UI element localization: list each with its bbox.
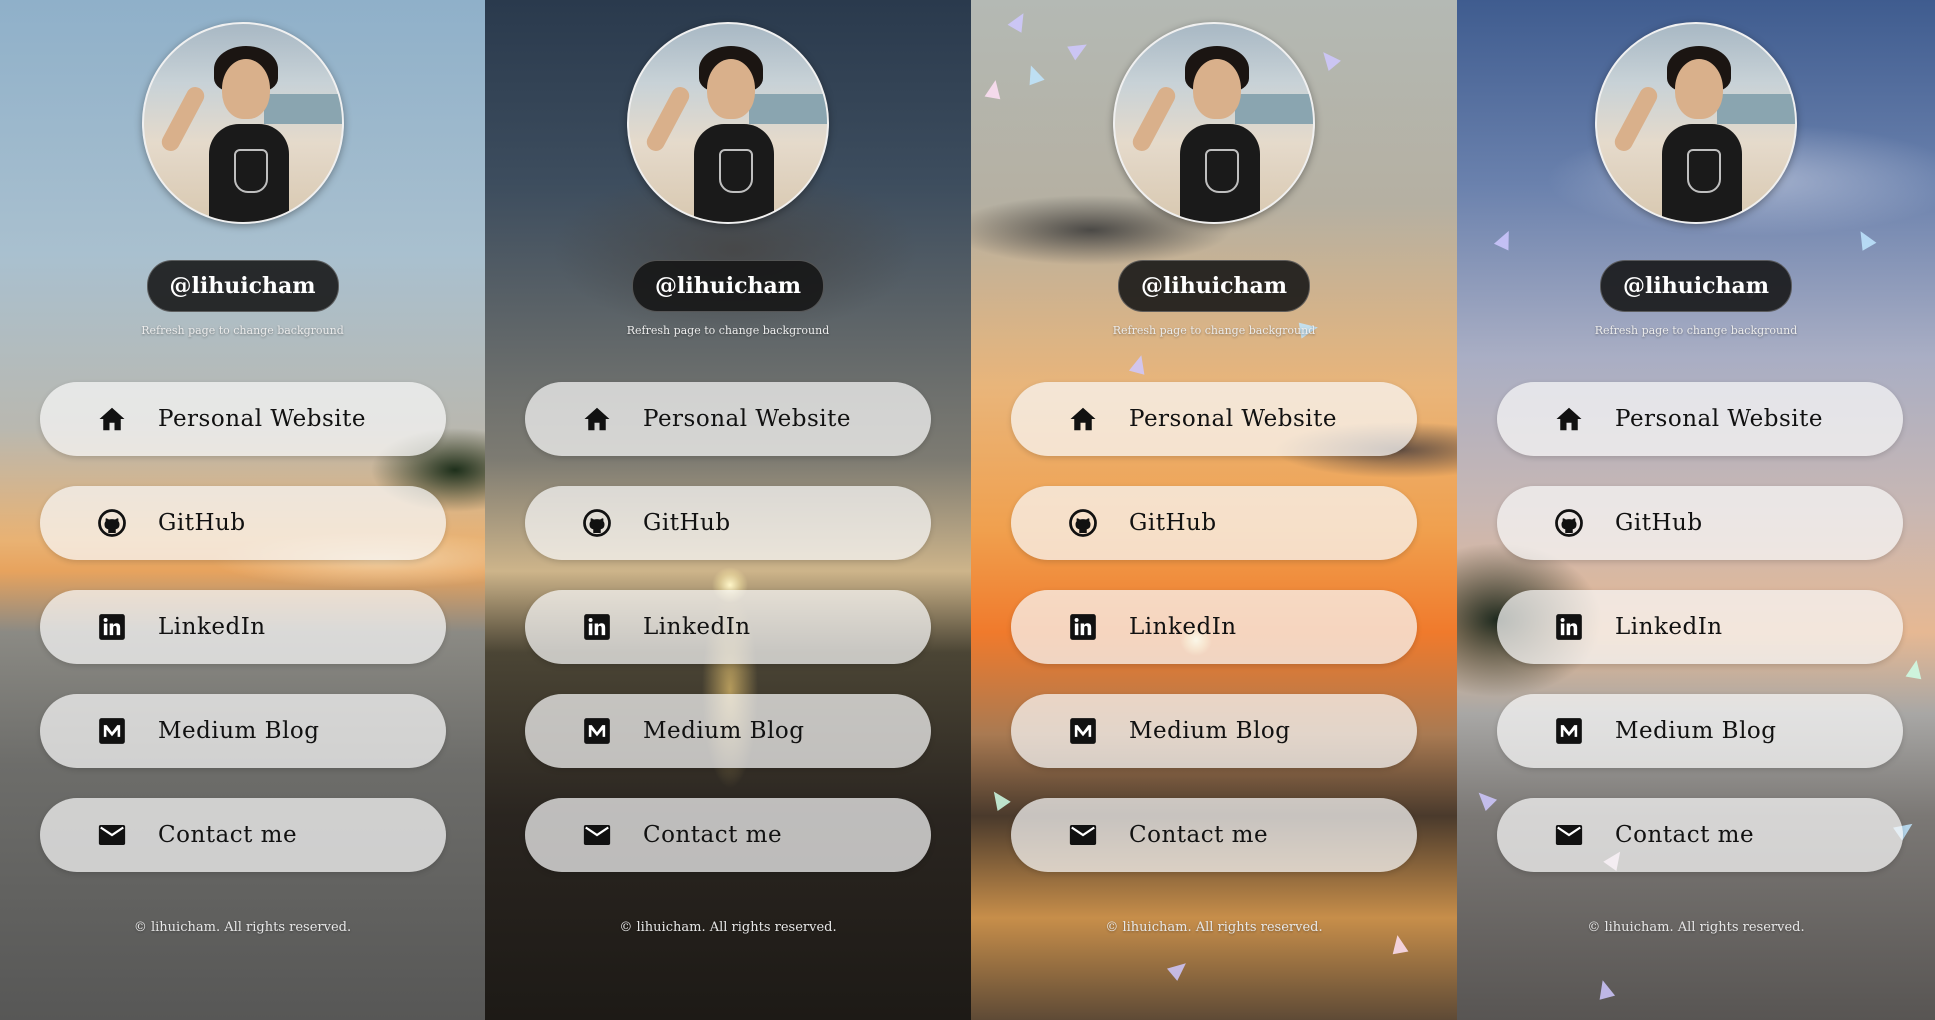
refresh-hint: Refresh page to change background <box>1594 324 1798 337</box>
github-icon <box>1067 507 1099 539</box>
link-label: GitHub <box>643 510 731 536</box>
link-list: Personal Website GitHub LinkedIn Medium … <box>525 382 931 902</box>
mail-icon <box>581 819 613 851</box>
avatar <box>1113 22 1315 224</box>
link-list: Personal Website GitHub LinkedIn Medium … <box>1011 382 1417 902</box>
profile-page-variant-4: @lihuicham Refresh page to change backgr… <box>1457 0 1935 1020</box>
confetti-shard <box>1594 978 1616 1000</box>
avatar <box>627 22 829 224</box>
refresh-hint: Refresh page to change background <box>1112 324 1316 337</box>
mail-icon <box>1067 819 1099 851</box>
username-badge: @lihuicham <box>1118 260 1310 312</box>
contact-me-button[interactable]: Contact me <box>525 798 931 872</box>
link-label: Personal Website <box>158 406 367 432</box>
username-badge: @lihuicham <box>632 260 824 312</box>
link-label: LinkedIn <box>643 614 751 640</box>
personal-website-button[interactable]: Personal Website <box>525 382 931 456</box>
username-badge: @lihuicham <box>146 260 339 312</box>
linkedin-icon <box>96 611 128 643</box>
mail-icon <box>1553 819 1585 851</box>
github-button[interactable]: GitHub <box>1497 486 1903 560</box>
confetti-shard <box>987 787 1011 811</box>
link-label: GitHub <box>1615 510 1703 536</box>
linkedin-button[interactable]: LinkedIn <box>525 590 931 664</box>
profile-page-variant-1: @lihuicham Refresh page to change backgr… <box>0 0 485 1020</box>
link-label: Medium Blog <box>158 718 320 744</box>
profile-page-variant-3: @lihuicham Refresh page to change backgr… <box>971 0 1457 1020</box>
copyright-footer: © lihuicham. All rights reserved. <box>133 920 352 935</box>
link-label: LinkedIn <box>1129 614 1237 640</box>
link-label: Contact me <box>1615 822 1755 848</box>
copyright-footer: © lihuicham. All rights reserved. <box>1105 920 1323 935</box>
username-badge: @lihuicham <box>1600 260 1792 312</box>
refresh-hint: Refresh page to change background <box>626 324 830 337</box>
personal-website-button[interactable]: Personal Website <box>40 382 446 456</box>
confetti-shard <box>984 78 1004 100</box>
medium-icon <box>581 715 613 747</box>
contact-me-button[interactable]: Contact me <box>40 798 446 872</box>
home-icon <box>1067 403 1099 435</box>
confetti-shard <box>1472 786 1498 812</box>
home-icon <box>96 403 128 435</box>
link-label: GitHub <box>158 510 246 536</box>
copyright-footer: © lihuicham. All rights reserved. <box>619 920 837 935</box>
link-label: Medium Blog <box>643 718 805 744</box>
link-label: Contact me <box>643 822 783 848</box>
link-label: Contact me <box>1129 822 1269 848</box>
confetti-shard <box>1905 658 1925 680</box>
github-icon <box>96 507 128 539</box>
medium-blog-button[interactable]: Medium Blog <box>40 694 446 768</box>
personal-website-button[interactable]: Personal Website <box>1497 382 1903 456</box>
profile-page-variant-2: @lihuicham Refresh page to change backgr… <box>485 0 971 1020</box>
avatar <box>141 22 344 224</box>
medium-icon <box>1553 715 1585 747</box>
linkedin-button[interactable]: LinkedIn <box>40 590 446 664</box>
avatar <box>1595 22 1797 224</box>
github-button[interactable]: GitHub <box>1011 486 1417 560</box>
link-label: Personal Website <box>643 406 852 432</box>
contact-me-button[interactable]: Contact me <box>1011 798 1417 872</box>
link-label: Medium Blog <box>1615 718 1777 744</box>
link-label: Personal Website <box>1615 406 1824 432</box>
contact-me-button[interactable]: Contact me <box>1497 798 1903 872</box>
medium-blog-button[interactable]: Medium Blog <box>1497 694 1903 768</box>
linkedin-icon <box>1553 611 1585 643</box>
screenshot-grid: @lihuicham Refresh page to change backgr… <box>0 0 1935 1020</box>
confetti-shard <box>1128 353 1150 375</box>
link-list: Personal Website GitHub LinkedIn Medium … <box>40 382 446 902</box>
linkedin-button[interactable]: LinkedIn <box>1011 590 1417 664</box>
home-icon <box>1553 403 1585 435</box>
confetti-shard <box>1067 37 1091 61</box>
link-label: Medium Blog <box>1129 718 1291 744</box>
home-icon <box>581 403 613 435</box>
refresh-hint: Refresh page to change background <box>141 324 344 337</box>
link-list: Personal Website GitHub LinkedIn Medium … <box>1497 382 1903 902</box>
link-label: LinkedIn <box>1615 614 1723 640</box>
confetti-shard <box>1007 9 1031 33</box>
medium-blog-button[interactable]: Medium Blog <box>1011 694 1417 768</box>
linkedin-icon <box>1067 611 1099 643</box>
personal-website-button[interactable]: Personal Website <box>1011 382 1417 456</box>
mail-icon <box>96 819 128 851</box>
link-label: Contact me <box>158 822 298 848</box>
confetti-shard <box>1853 227 1877 251</box>
link-label: LinkedIn <box>158 614 266 640</box>
github-button[interactable]: GitHub <box>525 486 931 560</box>
github-icon <box>581 507 613 539</box>
github-icon <box>1553 507 1585 539</box>
confetti-shard <box>1493 227 1517 251</box>
medium-icon <box>96 715 128 747</box>
linkedin-button[interactable]: LinkedIn <box>1497 590 1903 664</box>
linkedin-icon <box>581 611 613 643</box>
github-button[interactable]: GitHub <box>40 486 446 560</box>
confetti-shard <box>1317 46 1341 72</box>
link-label: GitHub <box>1129 510 1217 536</box>
medium-icon <box>1067 715 1099 747</box>
copyright-footer: © lihuicham. All rights reserved. <box>1587 920 1805 935</box>
confetti-shard <box>1166 957 1192 981</box>
link-label: Personal Website <box>1129 406 1338 432</box>
confetti-shard <box>1389 933 1409 955</box>
medium-blog-button[interactable]: Medium Blog <box>525 694 931 768</box>
confetti-shard <box>1023 62 1045 86</box>
